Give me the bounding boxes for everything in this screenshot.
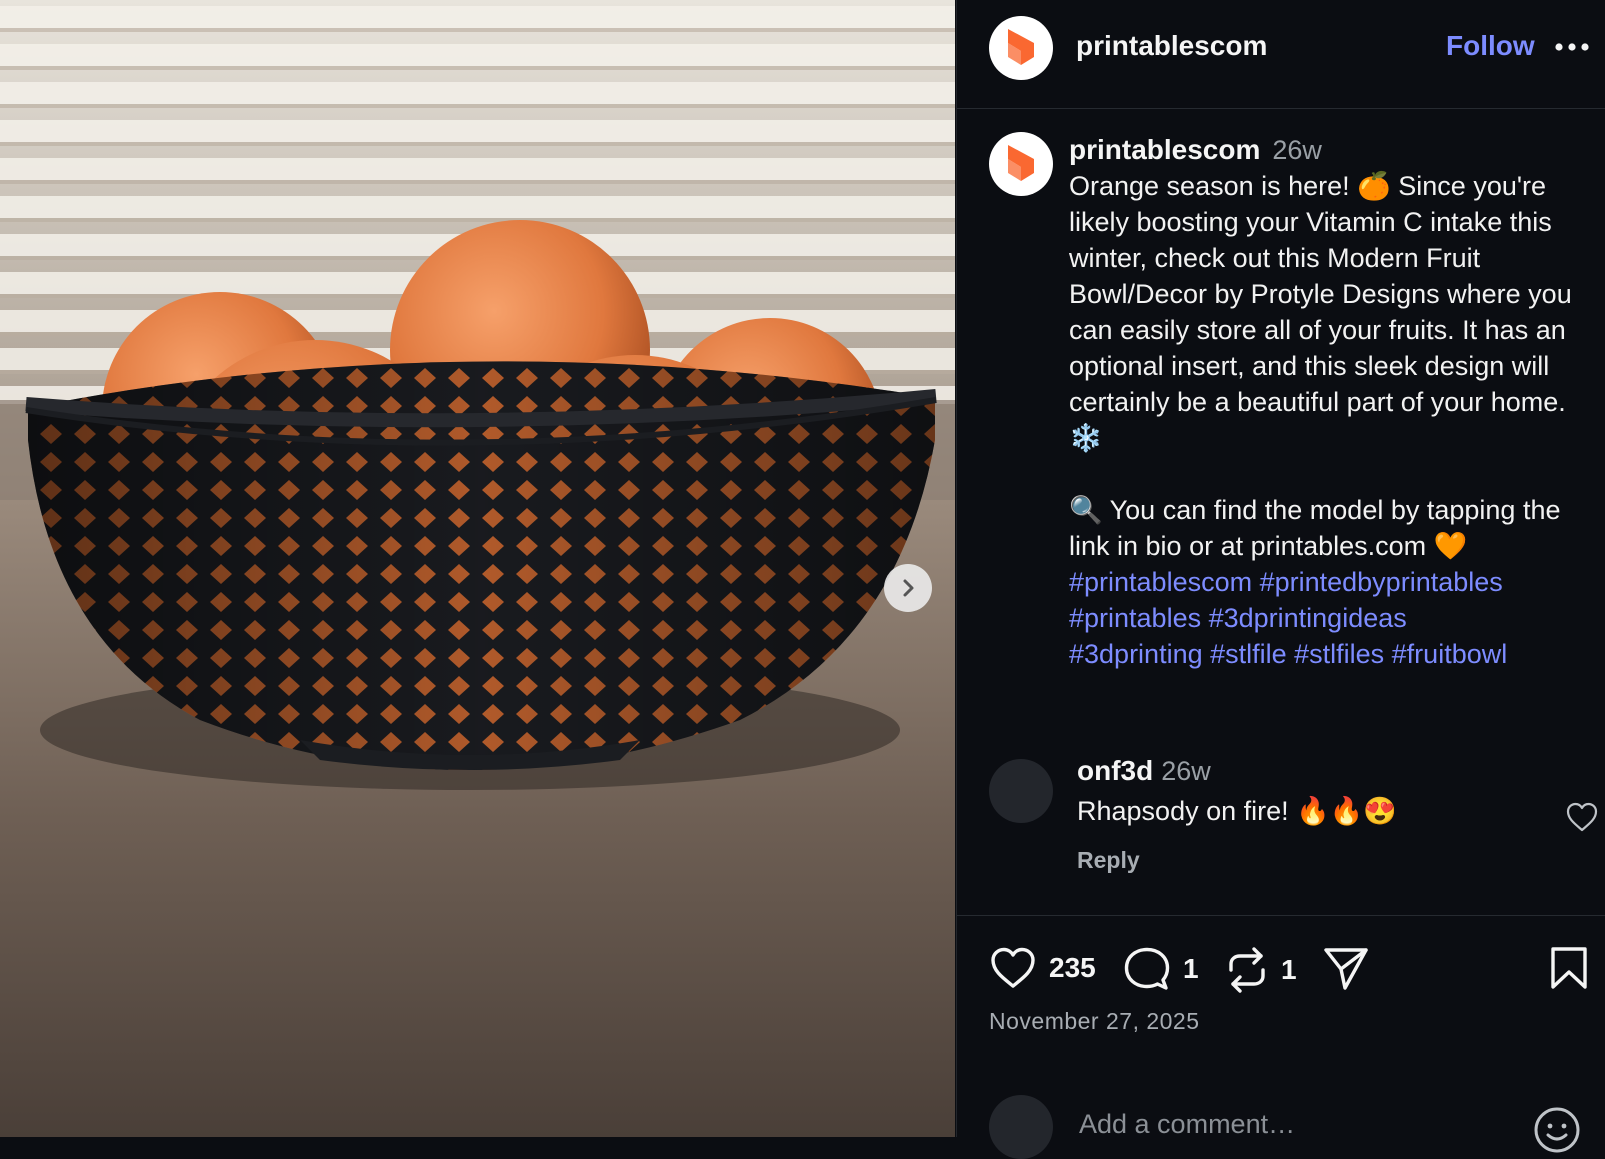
commenter-avatar[interactable]	[989, 759, 1053, 823]
post-detail-panel: printablescom Follow printablescom 26w Or…	[956, 0, 1605, 1159]
hashtags: #printablescom #printedbyprintables #pri…	[1069, 564, 1589, 672]
repost-count: 1	[1281, 954, 1297, 985]
post-photo	[0, 0, 955, 1137]
repost-button[interactable]: 1	[1225, 946, 1297, 994]
like-button[interactable]: 235	[989, 946, 1096, 990]
follow-button[interactable]: Follow	[1446, 30, 1535, 62]
heart-icon	[991, 947, 1035, 988]
like-count: 235	[1049, 952, 1096, 983]
section-divider	[957, 915, 1605, 916]
comment-item: onf3d 26w Rhapsody on fire! 🔥🔥😍 Reply	[957, 755, 1605, 905]
post-header: printablescom Follow	[957, 0, 1605, 109]
caption-username[interactable]: printablescom	[1069, 134, 1260, 165]
hashtags-line-3[interactable]: #3dprinting #stlfile #stlfiles #fruitbow…	[1069, 639, 1507, 669]
printables-logo-icon	[1008, 145, 1034, 181]
add-comment-bar	[957, 1085, 1605, 1159]
caption-timestamp[interactable]: 26w	[1272, 135, 1322, 165]
reply-button[interactable]: Reply	[1077, 847, 1140, 874]
save-button[interactable]	[1549, 946, 1589, 990]
repost-icon	[1229, 947, 1265, 993]
fruit-bowl-photo	[0, 0, 955, 1137]
comment-button[interactable]: 1	[1123, 946, 1199, 992]
printables-logo-icon	[1008, 29, 1034, 65]
next-photo-button[interactable]	[884, 564, 932, 612]
author-avatar[interactable]	[989, 16, 1053, 80]
author-username[interactable]: printablescom	[1076, 30, 1267, 62]
caption-block: printablescom 26w Orange season is here! …	[1069, 132, 1589, 672]
share-button[interactable]	[1323, 946, 1369, 992]
current-user-avatar	[989, 1095, 1053, 1159]
bookmark-icon	[1551, 947, 1587, 989]
post-date: November 27, 2025	[989, 1008, 1200, 1034]
hashtags-line-1[interactable]: #printablescom #printedbyprintables	[1069, 567, 1503, 597]
caption-author-avatar[interactable]	[989, 132, 1053, 196]
chevron-right-icon	[903, 579, 914, 597]
comment-timestamp: 26w	[1161, 756, 1211, 786]
comment-text: Rhapsody on fire! 🔥🔥😍	[1077, 796, 1397, 826]
add-comment-input[interactable]	[1077, 1103, 1481, 1145]
comment-like-heart-icon[interactable]	[1565, 801, 1599, 833]
post-actions-bar: 235 1 1	[989, 946, 1589, 996]
send-icon	[1324, 948, 1368, 990]
hashtags-line-2[interactable]: #printables #3dprintingideas	[1069, 603, 1407, 633]
caption-text: Orange season is here! 🍊 Since you're li…	[1069, 171, 1572, 561]
emoji-icon[interactable]	[1532, 1105, 1582, 1155]
commenter-username[interactable]: onf3d	[1077, 755, 1153, 786]
comment-count: 1	[1183, 953, 1199, 984]
more-horizontal-icon[interactable]	[1552, 32, 1596, 62]
comment-bubble-icon	[1124, 947, 1170, 990]
